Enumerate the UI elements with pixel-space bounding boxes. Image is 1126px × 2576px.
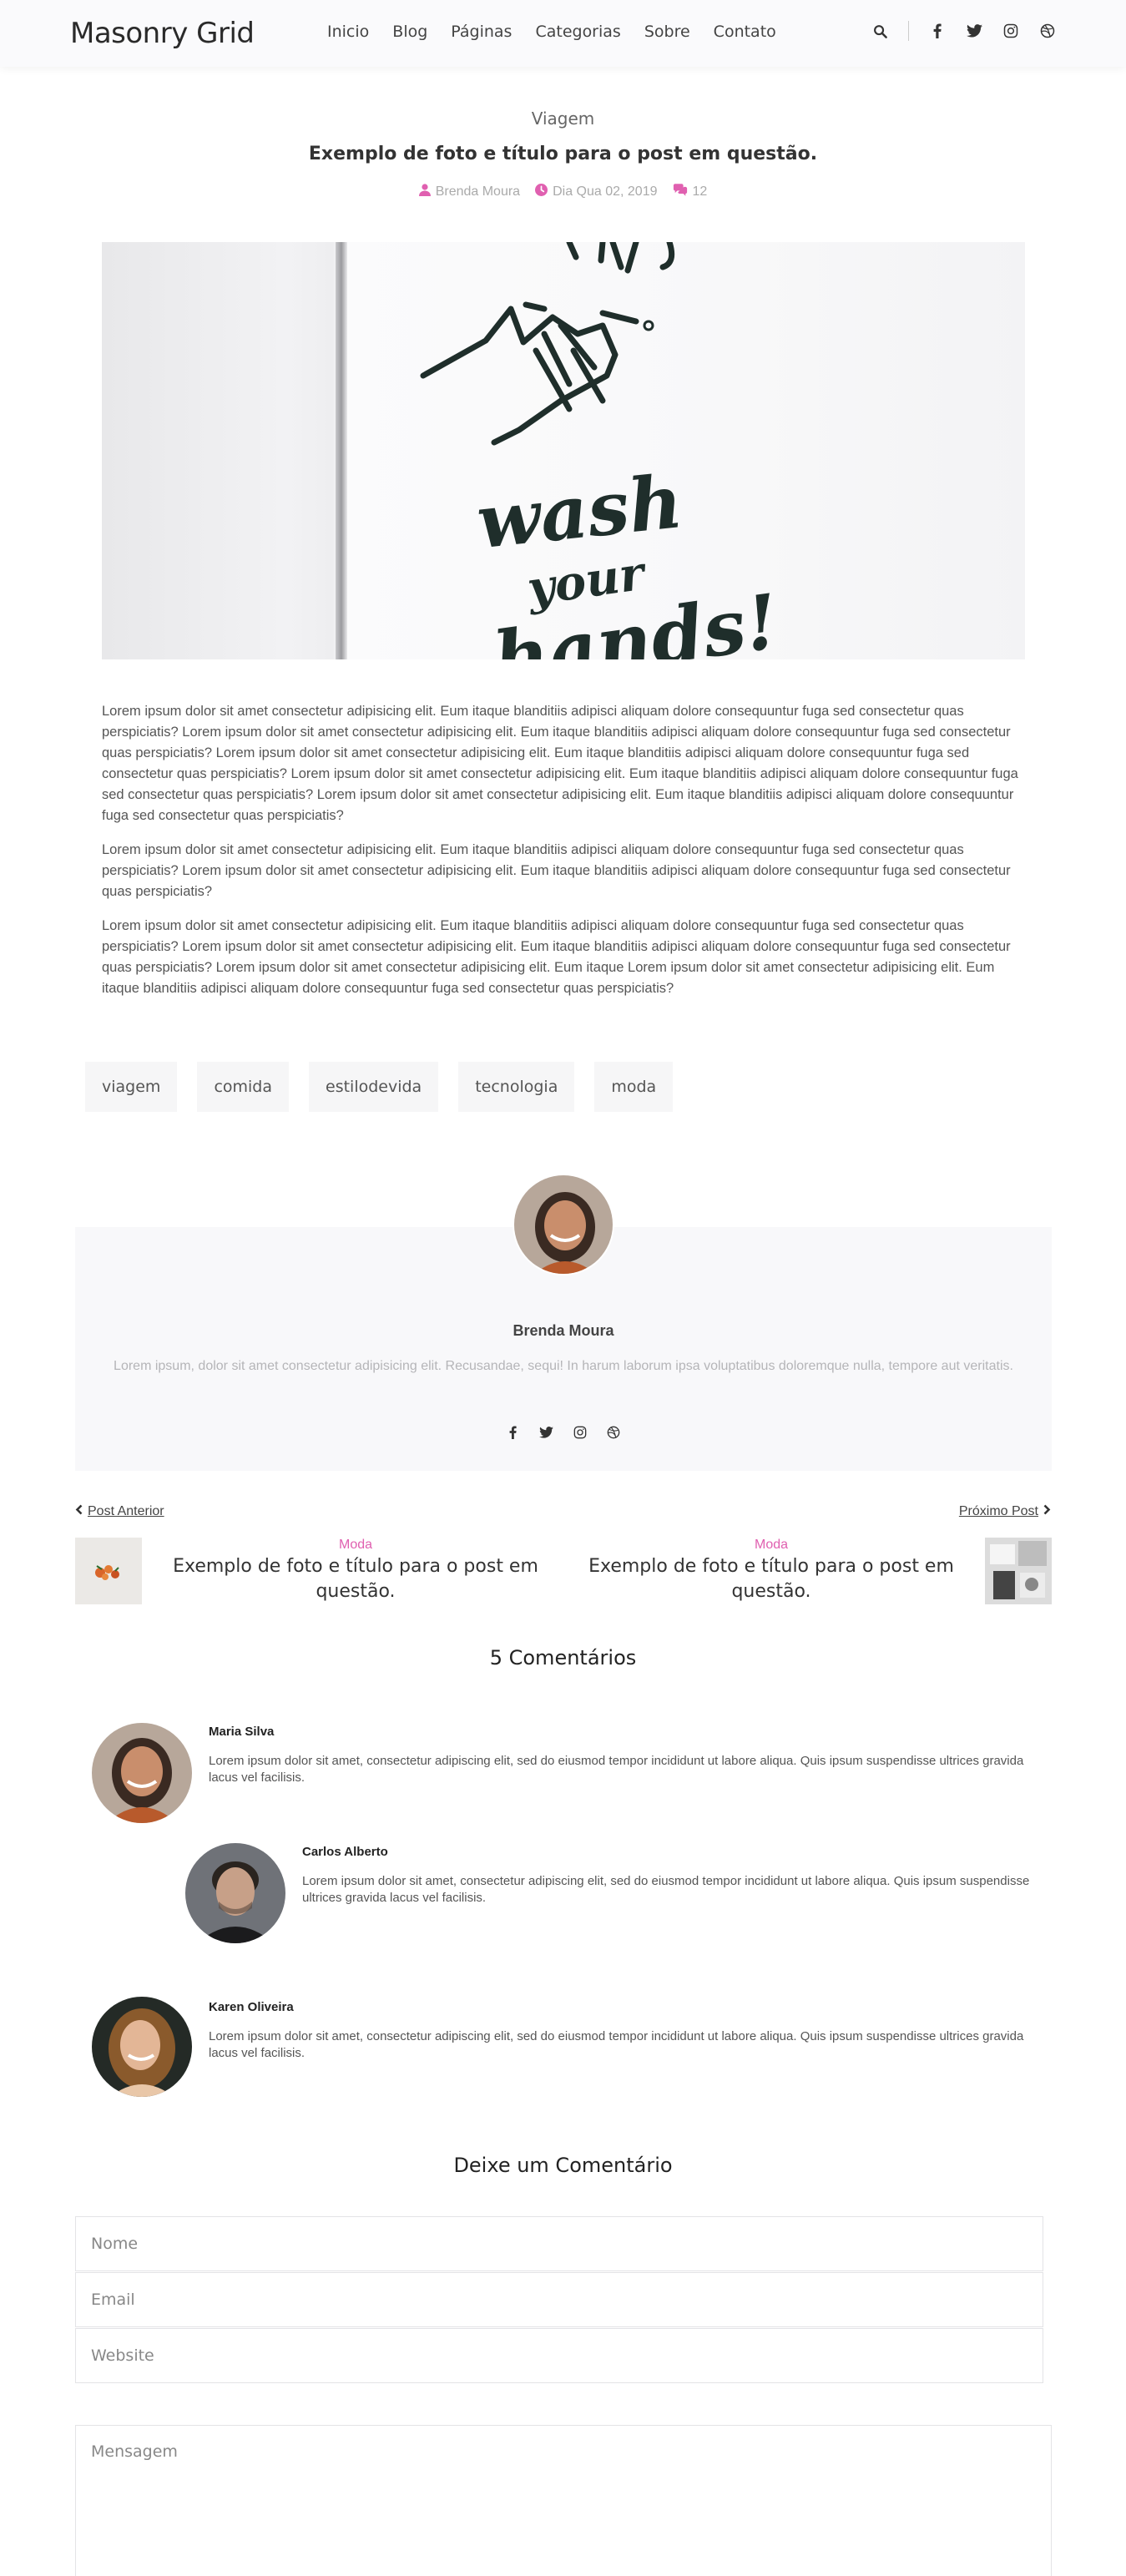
tag-estilodevida[interactable]: estilodevida xyxy=(309,1062,439,1112)
dribbble-icon[interactable] xyxy=(1039,21,1056,41)
search-icon[interactable] xyxy=(871,21,888,41)
email-field[interactable] xyxy=(75,2272,1043,2327)
comment-avatar xyxy=(185,1843,285,1943)
comment-text: Lorem ipsum dolor sit amet, consectetur … xyxy=(209,2029,1024,2060)
meta-date-label: Dia Qua 02, 2019 xyxy=(553,184,658,199)
facebook-icon[interactable] xyxy=(929,21,946,41)
author-name: Brenda Moura xyxy=(513,1322,614,1339)
post-paragraph: Lorem ipsum dolor sit amet consectetur a… xyxy=(102,704,1018,823)
facebook-icon[interactable] xyxy=(506,1424,521,1441)
comment-author: Carlos Alberto xyxy=(302,1845,388,1859)
website-field[interactable] xyxy=(75,2328,1043,2383)
chevron-right-icon xyxy=(1043,1504,1051,1519)
tag-viagem[interactable]: viagem xyxy=(85,1062,178,1112)
header-divider xyxy=(908,21,909,41)
site-header: Masonry Grid Inicio Blog Páginas Categor… xyxy=(0,0,1126,67)
tag-moda[interactable]: moda xyxy=(594,1062,674,1112)
next-post-category[interactable]: Moda xyxy=(579,1538,963,1553)
post-paragraph: Lorem ipsum dolor sit amet consectetur a… xyxy=(102,918,1011,996)
comment-avatar xyxy=(92,1997,192,2097)
post-paragraph: Lorem ipsum dolor sit amet consectetur a… xyxy=(102,842,1011,899)
prev-post-thumbnail[interactable] xyxy=(75,1538,142,1604)
post-title: Exemplo de foto e título para o post em … xyxy=(308,144,818,164)
comment-author: Karen Oliveira xyxy=(209,2000,294,2014)
next-post-thumbnail[interactable] xyxy=(985,1538,1052,1604)
prev-post-link[interactable]: Post Anterior xyxy=(75,1504,164,1519)
post-hero-image: wash your hands! xyxy=(102,242,1025,659)
nav-item-sobre[interactable]: Sobre xyxy=(644,23,690,41)
author-bio: Lorem ipsum, dolor sit amet consectetur … xyxy=(114,1359,1013,1373)
hero-word-1: wash xyxy=(473,457,687,565)
site-logo[interactable]: Masonry Grid xyxy=(70,17,255,50)
twitter-icon[interactable] xyxy=(966,21,982,41)
meta-author[interactable]: Brenda Moura xyxy=(418,184,521,200)
nav-item-paginas[interactable]: Páginas xyxy=(451,23,512,41)
main-nav: Inicio Blog Páginas Categorias Sobre Con… xyxy=(327,23,776,41)
nav-item-inicio[interactable]: Inicio xyxy=(327,23,369,41)
comments-icon xyxy=(673,184,688,200)
message-field[interactable] xyxy=(75,2425,1052,2576)
next-post-title[interactable]: Exemplo de foto e título para o post em … xyxy=(579,1554,963,1604)
prev-post-title[interactable]: Exemplo de foto e título para o post em … xyxy=(164,1554,548,1604)
nav-item-categorias[interactable]: Categorias xyxy=(535,23,620,41)
user-icon xyxy=(418,184,431,200)
dribbble-icon[interactable] xyxy=(606,1424,621,1441)
comments-title: 5 Comentários xyxy=(489,1646,637,1669)
header-icons xyxy=(871,21,1056,41)
post-meta: Brenda Moura Dia Qua 02, 2019 12 xyxy=(0,184,1126,200)
clock-icon xyxy=(535,184,548,200)
post-tags: viagem comida estilodevida tecnologia mo… xyxy=(85,1062,674,1112)
meta-date: Dia Qua 02, 2019 xyxy=(535,184,658,200)
author-social xyxy=(0,1424,1126,1441)
tag-comida[interactable]: comida xyxy=(197,1062,289,1112)
comment-text: Lorem ipsum dolor sit amet, consectetur … xyxy=(209,1754,1024,1785)
meta-author-label: Brenda Moura xyxy=(435,184,521,199)
instagram-icon[interactable] xyxy=(573,1424,588,1441)
comment-author: Maria Silva xyxy=(209,1725,275,1739)
meta-comments[interactable]: 12 xyxy=(673,184,708,200)
post-body: Lorem ipsum dolor sit amet consectetur a… xyxy=(102,701,1025,1013)
prev-post-category[interactable]: Moda xyxy=(164,1538,548,1553)
comment-form-title: Deixe um Comentário xyxy=(453,2154,673,2177)
instagram-icon[interactable] xyxy=(1002,21,1019,41)
comment-avatar xyxy=(92,1723,192,1823)
tag-tecnologia[interactable]: tecnologia xyxy=(458,1062,575,1112)
chevron-left-icon xyxy=(75,1504,83,1519)
next-post-link[interactable]: Próximo Post xyxy=(959,1504,1051,1519)
prev-post-label: Post Anterior xyxy=(88,1504,164,1518)
post-category[interactable]: Viagem xyxy=(0,109,1126,129)
next-post-label: Próximo Post xyxy=(958,1504,1038,1518)
hero-illustration: wash your hands! xyxy=(420,242,784,659)
nav-item-contato[interactable]: Contato xyxy=(714,23,776,41)
name-field[interactable] xyxy=(75,2216,1043,2271)
nav-item-blog[interactable]: Blog xyxy=(392,23,427,41)
twitter-icon[interactable] xyxy=(539,1424,554,1441)
meta-comments-label: 12 xyxy=(692,184,708,199)
comment-text: Lorem ipsum dolor sit amet, consectetur … xyxy=(302,1874,1030,1905)
author-avatar xyxy=(513,1174,614,1275)
